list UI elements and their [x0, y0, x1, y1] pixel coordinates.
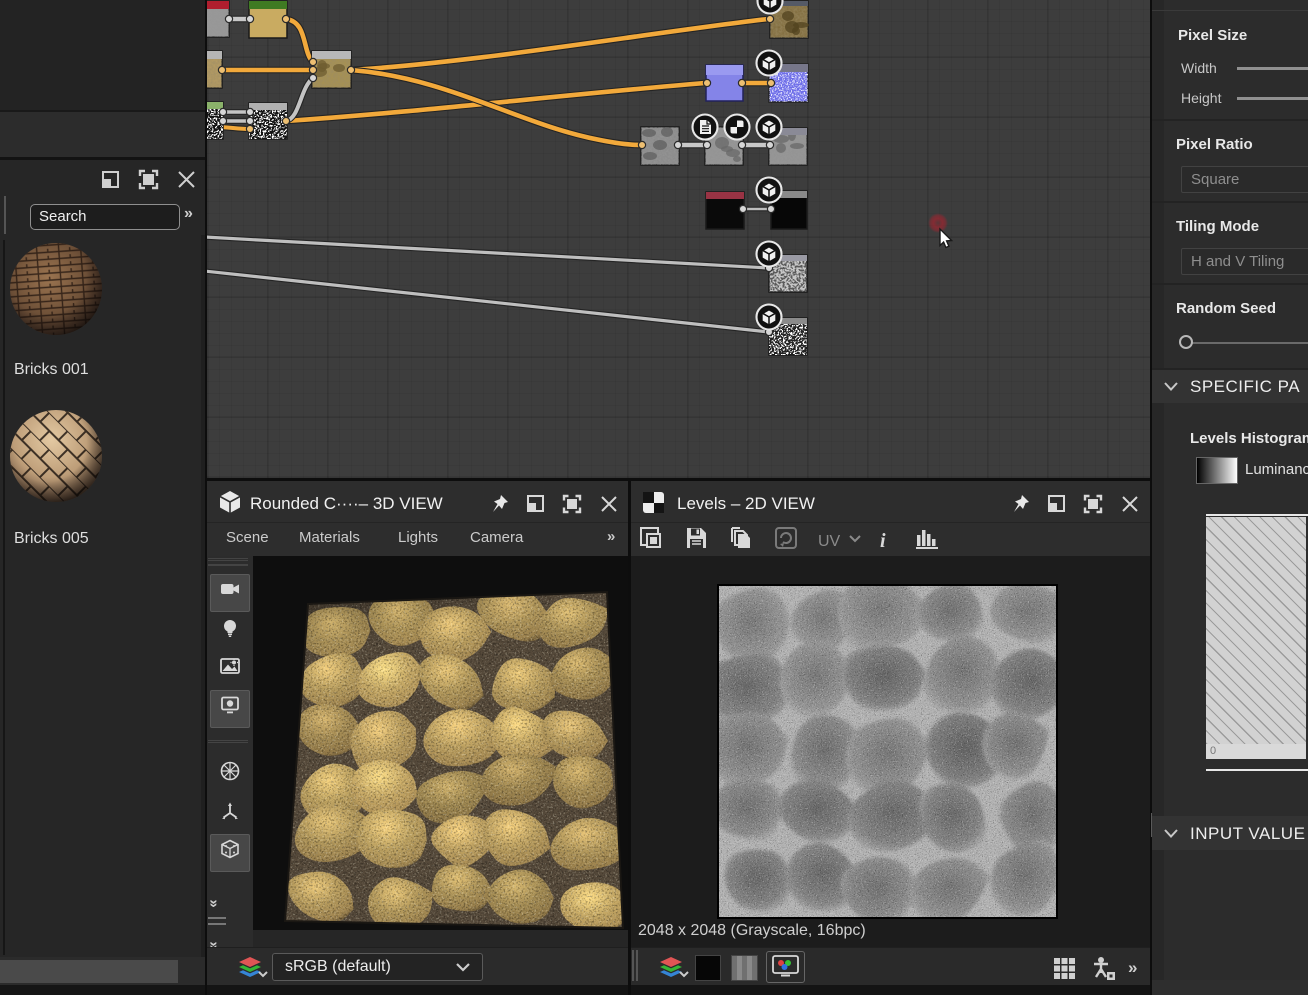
svg-text:i: i	[880, 530, 886, 552]
svg-text:UV: UV	[818, 533, 841, 550]
